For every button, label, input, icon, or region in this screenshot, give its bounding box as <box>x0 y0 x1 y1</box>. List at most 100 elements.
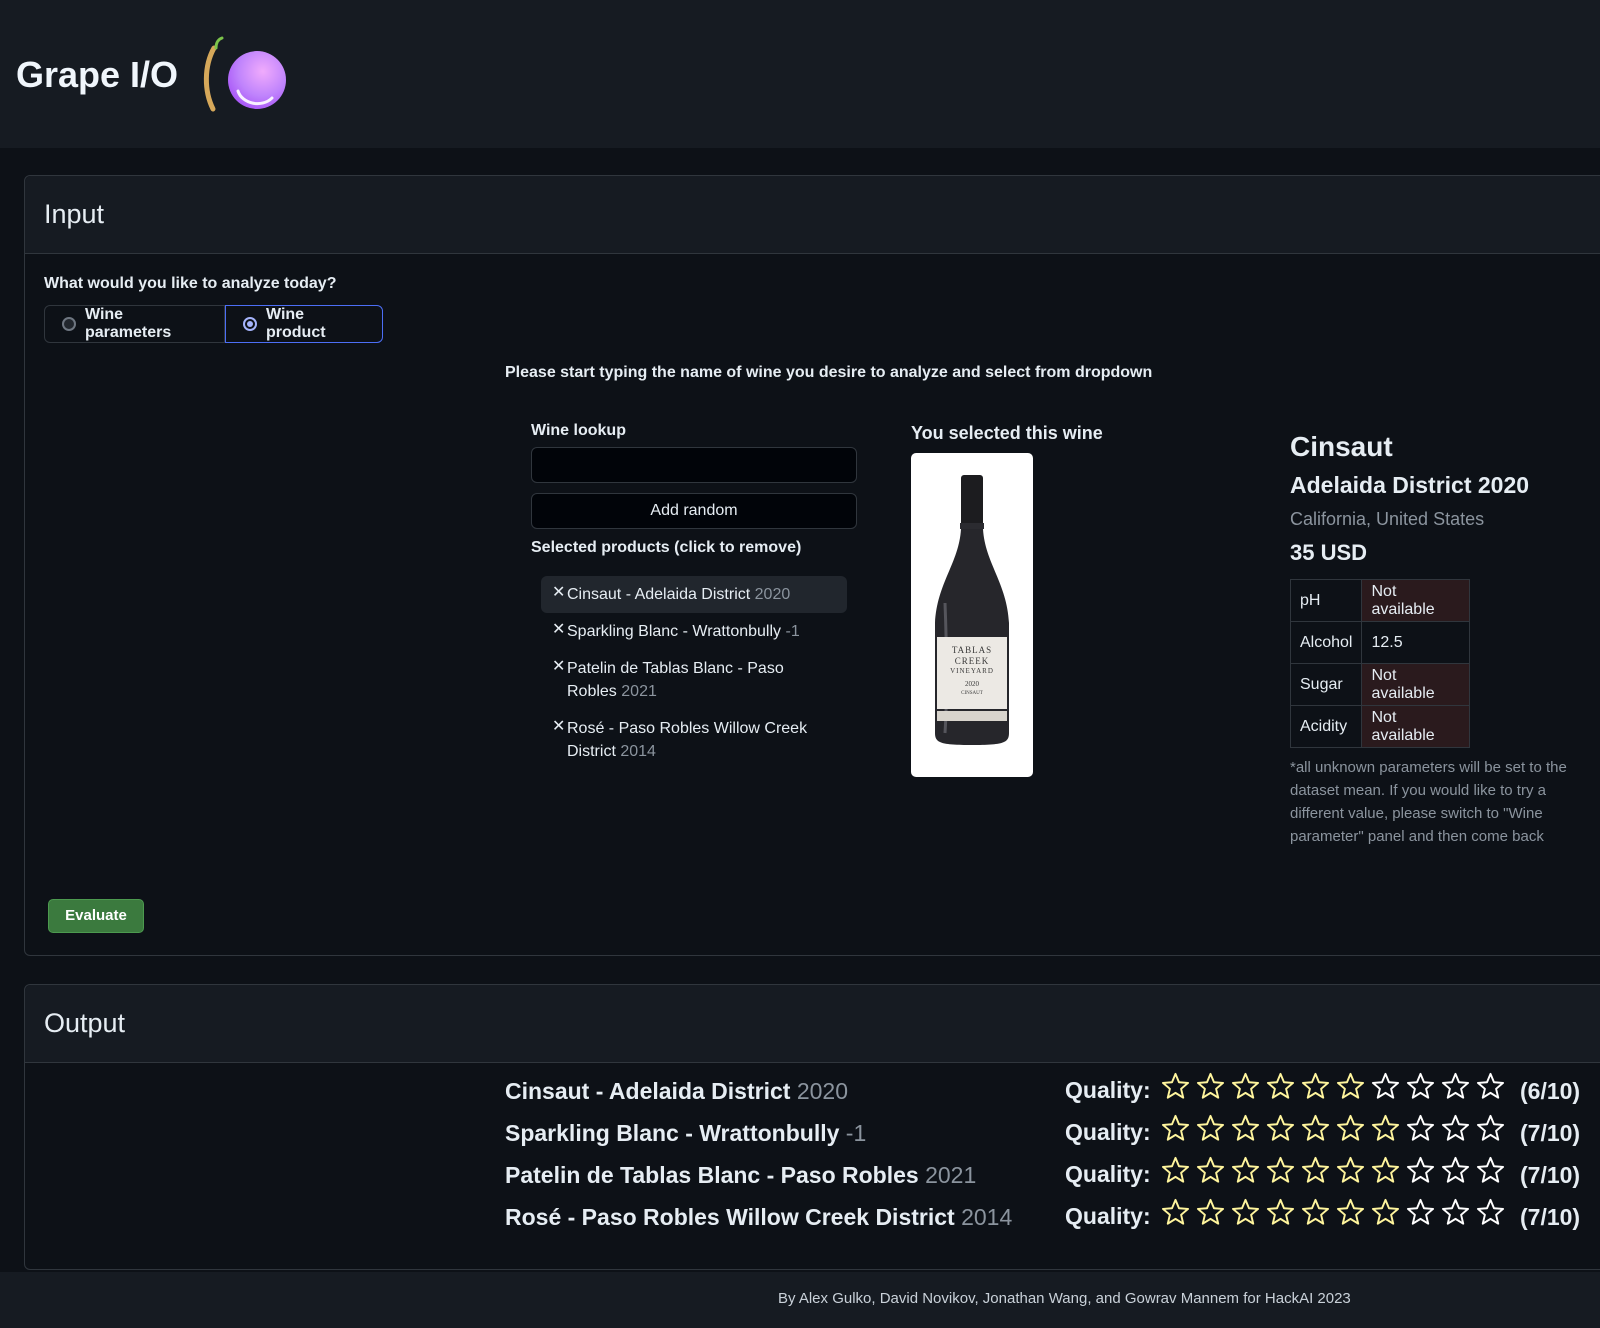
star-filled-icon <box>1301 1156 1330 1183</box>
wine-product-option[interactable]: Wine product <box>225 305 383 343</box>
quality-label: Quality: <box>1065 1161 1151 1187</box>
selected-product-item[interactable]: ✕ Patelin de Tablas Blanc - Paso Robles … <box>541 650 847 710</box>
star-empty-icon <box>1406 1114 1435 1141</box>
star-shape <box>1476 1156 1505 1183</box>
star-empty-icon <box>1441 1198 1470 1225</box>
star-empty-icon <box>1441 1072 1470 1099</box>
add-random-button[interactable]: Add random <box>531 493 857 529</box>
star-filled-icon <box>1266 1198 1295 1225</box>
product-name: Cinsaut - Adelaida District <box>567 586 751 603</box>
star-shape <box>1371 1156 1400 1183</box>
star-shape <box>1301 1072 1330 1099</box>
selected-product-item[interactable]: ✕ Cinsaut - Adelaida District 2020 <box>541 576 847 613</box>
star-shape <box>1371 1198 1400 1225</box>
star-shape <box>1441 1072 1470 1099</box>
param-key: pH <box>1289 579 1363 622</box>
star-empty-icon <box>1406 1072 1435 1099</box>
star-shape <box>1161 1114 1190 1141</box>
star-shape <box>1161 1072 1190 1099</box>
star-empty-icon <box>1406 1198 1435 1225</box>
result-wine-name: Cinsaut - Adelaida District 2020 <box>505 1078 848 1105</box>
result-name-text: Patelin de Tablas Blanc - Paso Robles <box>505 1162 919 1188</box>
wine-lookup-input[interactable] <box>531 447 857 483</box>
quality-stars <box>1161 1198 1505 1227</box>
star-shape <box>1441 1156 1470 1183</box>
star-filled-icon <box>1231 1072 1260 1099</box>
star-filled-icon <box>1231 1198 1260 1225</box>
star-shape <box>1196 1156 1225 1183</box>
product-year: 2021 <box>621 683 657 700</box>
result-year: 2014 <box>961 1204 1013 1230</box>
param-key: Alcohol <box>1289 621 1363 664</box>
star-filled-icon <box>1231 1114 1260 1141</box>
result-year: 2021 <box>925 1162 977 1188</box>
star-shape <box>1371 1072 1400 1099</box>
star-filled-icon <box>1196 1072 1225 1099</box>
star-shape <box>1476 1198 1505 1225</box>
result-year: -1 <box>845 1120 867 1146</box>
star-shape <box>1301 1198 1330 1225</box>
svg-text:TABLAS: TABLAS <box>952 645 992 655</box>
star-empty-icon <box>1476 1072 1505 1099</box>
grape-logo-icon <box>203 36 286 112</box>
product-name: Rosé - Paso Robles Willow Creek District <box>567 720 808 760</box>
star-shape <box>1406 1156 1435 1183</box>
you-selected-label: You selected this wine <box>911 423 1103 443</box>
star-empty-icon <box>1476 1156 1505 1183</box>
star-shape <box>1231 1072 1260 1099</box>
star-filled-icon <box>1161 1114 1190 1141</box>
quality-label: Quality: <box>1065 1203 1151 1229</box>
star-filled-icon <box>1301 1114 1330 1141</box>
star-shape <box>1371 1114 1400 1141</box>
quality-score: (7/10) <box>1520 1162 1581 1188</box>
star-filled-icon <box>1371 1198 1400 1225</box>
product-name: Sparkling Blanc - Wrattonbully <box>567 623 782 640</box>
result-wine-name: Rosé - Paso Robles Willow Creek District… <box>505 1204 1012 1231</box>
wine-region: California, United States <box>1290 509 1485 529</box>
star-filled-icon <box>1266 1072 1295 1099</box>
param-row: Sugar Not available <box>1289 663 1470 706</box>
star-filled-icon <box>1301 1072 1330 1099</box>
input-panel-title: Input <box>44 199 105 229</box>
star-filled-icon <box>1371 1156 1400 1183</box>
output-panel-header: Output <box>25 985 1600 1063</box>
star-shape <box>1231 1114 1260 1141</box>
evaluate-button[interactable]: Evaluate <box>48 899 144 933</box>
selected-product-item[interactable]: ✕ Sparkling Blanc - Wrattonbully -1 <box>541 613 847 650</box>
star-shape <box>1406 1072 1435 1099</box>
selected-products-label: Selected products (click to remove) <box>531 539 802 556</box>
remove-icon: ✕ <box>552 718 566 735</box>
star-shape <box>1231 1198 1260 1225</box>
selected-products-list: ✕ Cinsaut - Adelaida District 2020 ✕ Spa… <box>541 576 847 770</box>
radio-unchecked-icon <box>62 317 76 331</box>
quality-score: (7/10) <box>1520 1120 1581 1146</box>
star-filled-icon <box>1196 1198 1225 1225</box>
star-filled-icon <box>1336 1072 1365 1099</box>
wine-parameters-option[interactable]: Wine parameters <box>44 305 225 343</box>
unknown-params-note: *all unknown parameters will be set to t… <box>1290 759 1567 845</box>
radio-checked-icon <box>243 317 257 331</box>
wine-bottle-image: TABLAS CREEK VINEYARD 2020 CINSAUT <box>911 453 1033 777</box>
svg-text:2020: 2020 <box>965 680 980 688</box>
selected-product-item[interactable]: ✕ Rosé - Paso Robles Willow Creek Distri… <box>541 710 847 770</box>
star-filled-icon <box>1336 1198 1365 1225</box>
param-row: Acidity Not available <box>1289 705 1470 748</box>
star-shape <box>1266 1114 1295 1141</box>
star-shape <box>1196 1198 1225 1225</box>
analyze-question: What would you like to analyze today? <box>44 275 337 292</box>
quality-stars <box>1161 1156 1505 1185</box>
svg-text:CINSAUT: CINSAUT <box>961 691 983 696</box>
star-shape <box>1231 1156 1260 1183</box>
star-filled-icon <box>1196 1114 1225 1141</box>
lookup-hint: Please start typing the name of wine you… <box>505 364 1153 381</box>
star-filled-icon <box>1336 1156 1365 1183</box>
footer-credits: By Alex Gulko, David Novikov, Jonathan W… <box>778 1290 1351 1307</box>
quality-stars <box>1161 1114 1505 1143</box>
star-shape <box>1441 1114 1470 1141</box>
result-row: Rosé - Paso Robles Willow Creek District… <box>25 1198 1585 1238</box>
product-year: 2020 <box>754 586 791 603</box>
wine-product-label: Wine product <box>266 306 326 341</box>
param-row: pH Not available <box>1289 579 1470 622</box>
star-empty-icon <box>1371 1072 1400 1099</box>
star-shape <box>1301 1114 1330 1141</box>
